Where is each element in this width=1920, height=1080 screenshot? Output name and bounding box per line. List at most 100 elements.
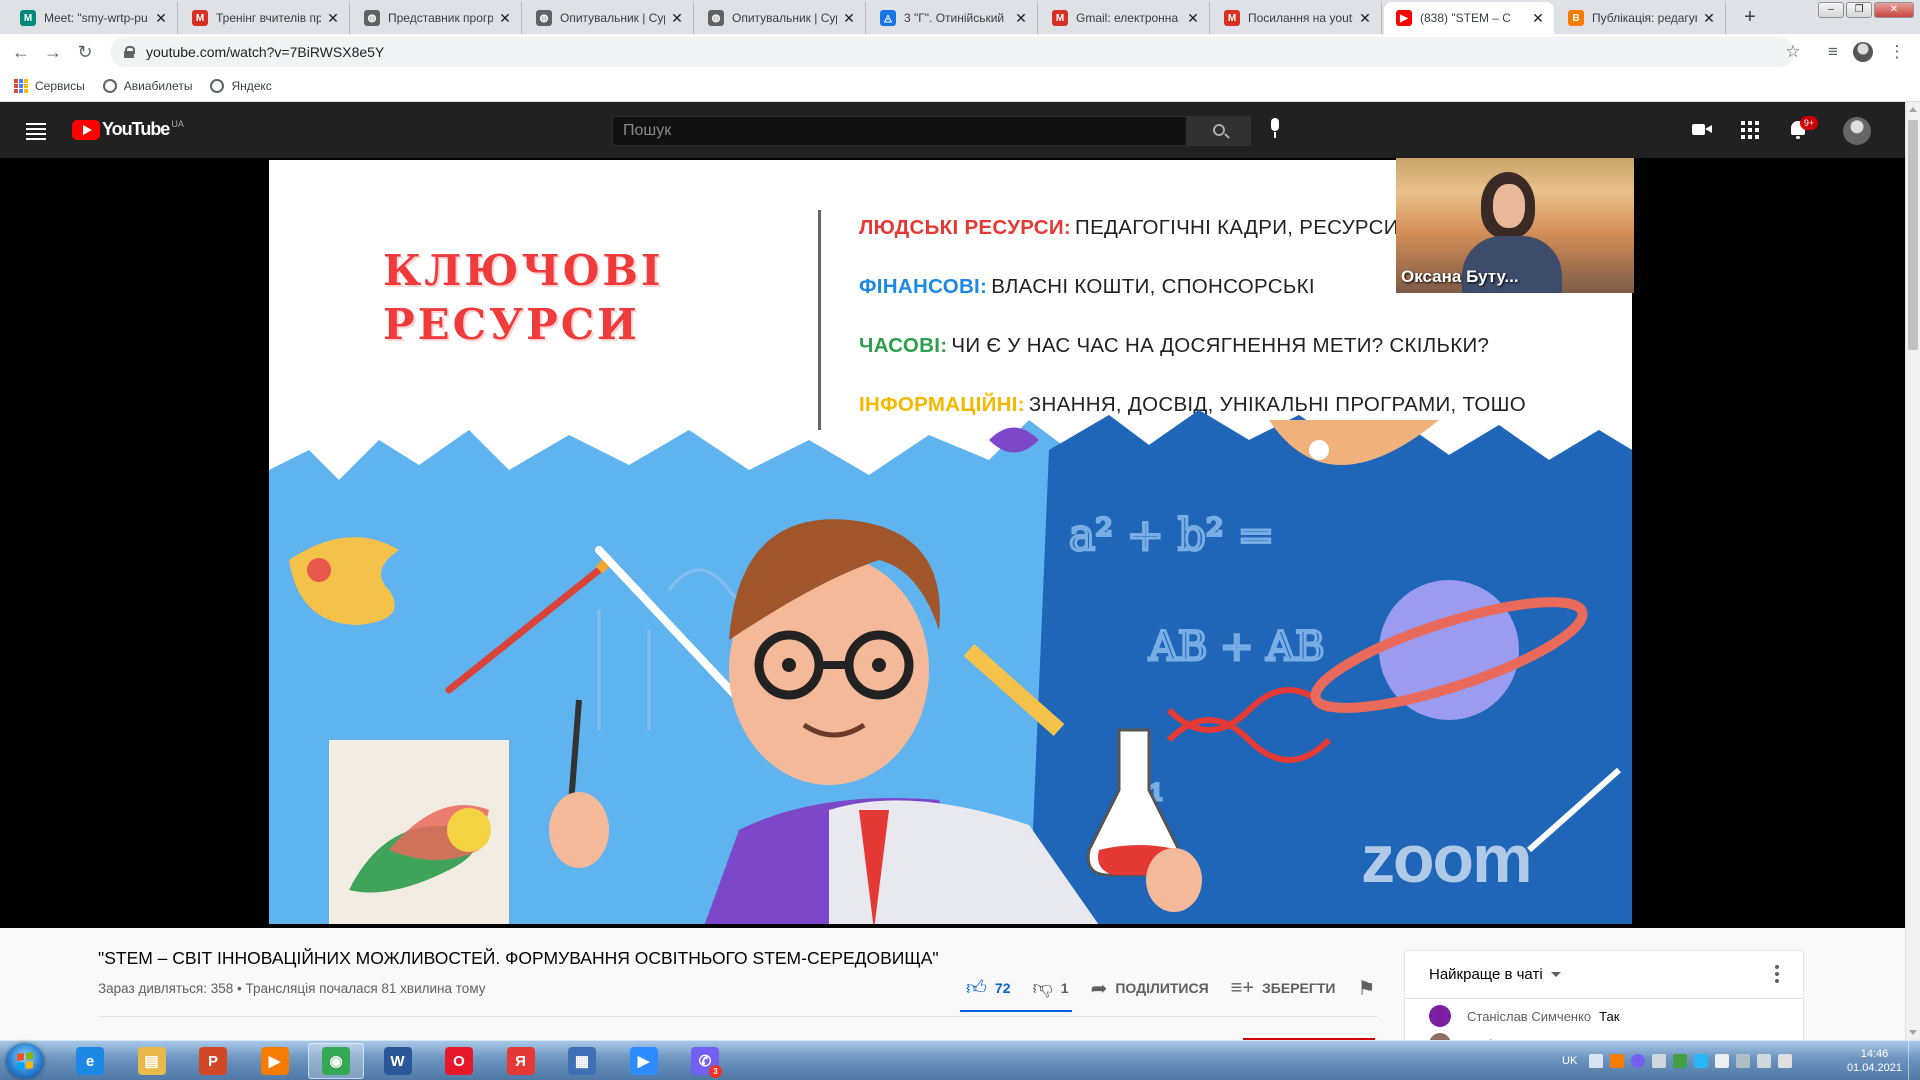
tray-app-icon[interactable] <box>1673 1054 1688 1068</box>
bookmarks-bar: Сервисы Авиабилеты Яндекс <box>0 70 1920 102</box>
browser-tab[interactable]: ◍ Опитувальник | Сур ✕ <box>696 2 866 34</box>
close-tab-icon[interactable]: ✕ <box>325 10 341 27</box>
chat-mode-dropdown[interactable]: Найкраще в чаті <box>1429 966 1561 983</box>
account-avatar[interactable] <box>1843 117 1871 145</box>
speaker-video-tile[interactable]: Оксана Буту... <box>1396 158 1634 293</box>
browser-menu-icon[interactable]: ⋮ <box>1885 40 1909 64</box>
hamburger-menu-icon[interactable] <box>24 120 48 140</box>
tab-title: Представник прогр <box>388 11 493 25</box>
address-bar[interactable]: youtube.com/watch?v=7BiRWSX8e5Y <box>110 37 1795 67</box>
report-button[interactable]: ⚑ <box>1357 976 1383 1001</box>
bookmark-avia[interactable]: Авиабилеты <box>102 78 192 93</box>
volume-icon[interactable] <box>1778 1054 1793 1068</box>
media-player-icon: ▶ <box>260 1047 289 1075</box>
back-button[interactable]: ← <box>9 40 33 64</box>
taskbar-app-button[interactable]: W <box>370 1043 426 1079</box>
browser-tab[interactable]: M Посилання на youtu ✕ <box>1212 2 1382 34</box>
browser-tab[interactable]: ◬ 3 "Г". Отинійський ✕ <box>868 2 1038 34</box>
browser-tab[interactable]: M Тренінг вчителів пр ✕ <box>180 2 350 34</box>
scrollbar-thumb[interactable] <box>1908 120 1918 350</box>
like-ratio-bar <box>960 1010 1072 1012</box>
video-title: "STEM – СВІТ ІННОВАЦІЙНИХ МОЖЛИВОСТЕЙ. Ф… <box>98 948 939 968</box>
tab-title: Meet: "smy-wrtp-pu <box>44 11 148 25</box>
taskbar-app-button[interactable]: O <box>431 1043 487 1079</box>
taskbar-app-button[interactable]: ▶ <box>247 1043 303 1079</box>
svg-text:a² + b² =: a² + b² = <box>1069 510 1274 561</box>
taskbar-app-button[interactable]: P <box>185 1043 241 1079</box>
globe-icon: ◍ <box>708 10 724 26</box>
media-control-icon[interactable]: ≡ <box>1821 40 1845 64</box>
tab-title: Опитувальник | Сур <box>732 11 837 25</box>
browser-tab[interactable]: ◍ Представник прогр ✕ <box>352 2 522 34</box>
profile-avatar[interactable] <box>1853 42 1873 62</box>
search-button[interactable] <box>1187 116 1251 146</box>
tray-app-icon[interactable] <box>1652 1054 1667 1068</box>
scroll-up-arrow-icon[interactable] <box>1909 107 1917 112</box>
show-desktop-button[interactable] <box>1908 1041 1920 1080</box>
bookmark-services[interactable]: Сервисы <box>14 78 85 93</box>
word-icon: W <box>383 1047 412 1075</box>
globe-icon <box>210 78 225 93</box>
video-player[interactable]: КЛЮЧОВІ РЕСУРСИ ЛЮДСЬКІ РЕСУРСИ: ПЕДАГОГІ… <box>0 158 1905 928</box>
share-button[interactable]: ➦ ПОДІЛИТИСЯ <box>1091 976 1209 1001</box>
scroll-down-arrow-icon[interactable] <box>1909 1030 1917 1035</box>
clock[interactable]: 14:46 01.04.2021 <box>1847 1047 1902 1075</box>
close-window-button[interactable]: ✕ <box>1874 2 1914 18</box>
close-tab-icon[interactable]: ✕ <box>153 10 169 27</box>
close-tab-icon[interactable]: ✕ <box>497 10 513 27</box>
create-video-icon[interactable] <box>1690 118 1714 142</box>
browser-tab[interactable]: ◍ Опитувальник | Сур ✕ <box>524 2 694 34</box>
taskbar-app-button[interactable]: ◉ <box>308 1043 364 1079</box>
new-tab-button[interactable]: + <box>1738 6 1762 30</box>
taskbar-app-button[interactable]: ▶ <box>616 1043 672 1079</box>
close-tab-icon[interactable]: ✕ <box>1530 10 1546 27</box>
power-icon[interactable] <box>1757 1054 1772 1068</box>
save-button[interactable]: ≡+ ЗБЕРЕГТИ <box>1231 977 1336 1000</box>
dislike-button[interactable]: 👎︎ 1 <box>1032 976 1068 1000</box>
browser-tab[interactable]: M Gmail: електронна ✕ <box>1040 2 1210 34</box>
youtube-logo[interactable]: YouTube UA <box>72 119 184 140</box>
apps-grid-icon[interactable] <box>1738 118 1762 142</box>
close-tab-icon[interactable]: ✕ <box>1357 10 1373 27</box>
minimize-button[interactable]: – <box>1818 2 1844 18</box>
page-scrollbar[interactable] <box>1905 102 1920 1040</box>
yandex-browser-icon: Я <box>506 1047 535 1075</box>
lock-icon <box>124 46 135 58</box>
taskbar-app-button[interactable]: e <box>62 1043 118 1079</box>
resource-label: ЛЮДСЬКІ РЕСУРСИ: <box>859 216 1072 239</box>
language-indicator[interactable]: UK <box>1562 1055 1577 1067</box>
taskbar-app-button[interactable]: ▤ <box>124 1043 180 1079</box>
tray-app-icon[interactable] <box>1694 1054 1709 1068</box>
bookmark-yandex[interactable]: Яндекс <box>210 78 272 93</box>
taskbar-app-button[interactable]: ▦ <box>554 1043 610 1079</box>
chrome-icon: ◉ <box>322 1047 350 1075</box>
bookmark-star-icon[interactable]: ☆ <box>1781 40 1805 64</box>
close-tab-icon[interactable]: ✕ <box>1185 10 1201 27</box>
forward-button[interactable]: → <box>41 40 65 64</box>
taskbar-app-button[interactable]: ✆ 3 <box>677 1043 733 1079</box>
viber-tray-icon[interactable] <box>1631 1054 1646 1068</box>
close-tab-icon[interactable]: ✕ <box>841 10 857 27</box>
like-button[interactable]: 👍︎ 72 <box>966 976 1010 1000</box>
tray-app-icon[interactable] <box>1715 1054 1730 1068</box>
svg-text:AB + AB: AB + AB <box>1148 624 1325 670</box>
tray-app-icon[interactable] <box>1610 1054 1625 1068</box>
maximize-button[interactable]: ❐ <box>1846 2 1872 18</box>
browser-tab[interactable]: B Публікація: редагув ✕ <box>1556 2 1726 34</box>
voice-search-mic-icon[interactable] <box>1268 118 1282 140</box>
browser-tab[interactable]: ▶ (838) "STEM – С ✕ <box>1384 2 1554 34</box>
resource-time: ЧАСОВІ: ЧИ Є У НАС ЧАС НА ДОСЯГНЕННЯ МЕТИ… <box>859 334 1489 358</box>
more-options-icon[interactable] <box>1775 965 1779 983</box>
windows-taskbar: e ▤ P ▶ ◉ W O Я ▦ ▶ ✆ 3 UK 14:46 01.04.2021 <box>0 1040 1920 1080</box>
start-button[interactable] <box>6 1043 44 1079</box>
close-tab-icon[interactable]: ✕ <box>669 10 685 27</box>
file-explorer-icon: ▤ <box>137 1047 166 1075</box>
taskbar-app-button[interactable]: Я <box>493 1043 549 1079</box>
search-input[interactable]: Пошук <box>612 116 1187 146</box>
browser-tab[interactable]: M Meet: "smy-wrtp-pu ✕ <box>8 2 178 34</box>
network-icon[interactable] <box>1736 1054 1751 1068</box>
reload-button[interactable]: ↻ <box>73 40 97 64</box>
close-tab-icon[interactable]: ✕ <box>1701 10 1717 27</box>
close-tab-icon[interactable]: ✕ <box>1013 10 1029 27</box>
keyboard-icon[interactable] <box>1589 1054 1604 1068</box>
